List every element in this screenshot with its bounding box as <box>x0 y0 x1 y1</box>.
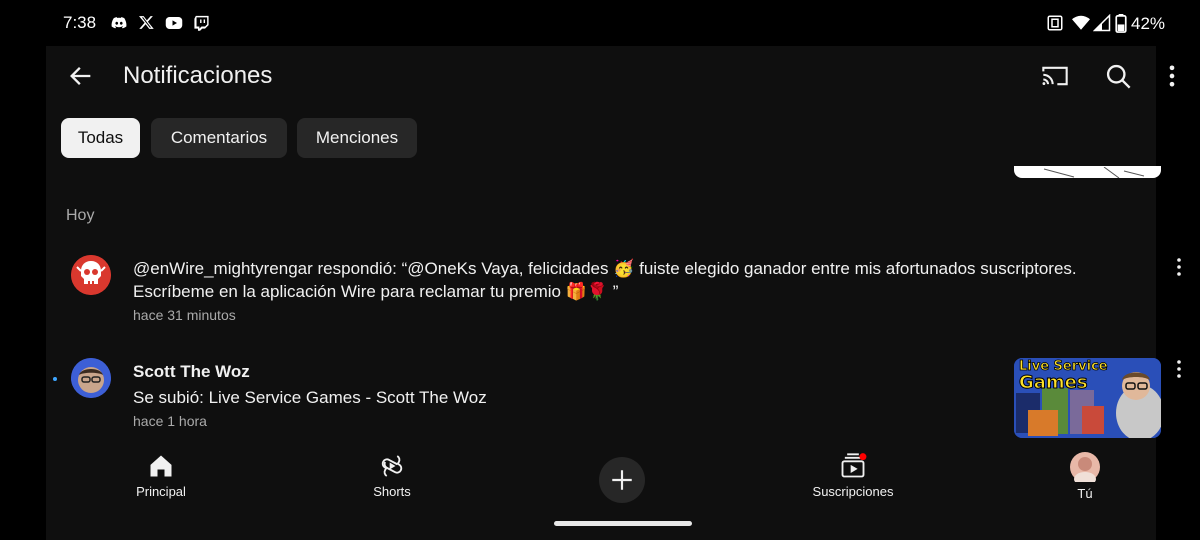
twitch-icon <box>194 15 209 31</box>
back-arrow-icon[interactable] <box>67 62 95 90</box>
status-time: 7:38 <box>63 13 97 32</box>
nav-label: Principal <box>136 484 186 499</box>
avatar <box>1070 452 1100 482</box>
notification-menu-icon[interactable] <box>1173 357 1185 381</box>
thumbnail-title-line2: Games <box>1019 372 1089 394</box>
cast-icon[interactable] <box>1041 62 1069 90</box>
nav-item-shorts[interactable]: Shorts <box>362 452 422 499</box>
chip-comentarios[interactable]: Comentarios <box>151 118 287 158</box>
notification-text-line1[interactable]: @enWire_mightyrengar respondió: “@OneKs … <box>133 257 1077 280</box>
video-thumbnail[interactable]: Live Service Games <box>1014 358 1161 438</box>
nav-label: Tú <box>1077 486 1093 501</box>
battery-icon <box>1115 14 1127 33</box>
section-label-today: Hoy <box>66 207 95 224</box>
shorts-icon <box>381 455 403 477</box>
battery-percentage: 42% <box>1131 14 1166 33</box>
channel-name[interactable]: Scott The Woz <box>133 360 250 383</box>
unread-indicator <box>53 377 57 381</box>
nav-item-principal[interactable]: Principal <box>131 452 191 499</box>
skull-logo-image <box>71 255 111 295</box>
thumbnail-sketch-image <box>1043 166 1145 178</box>
signal-icon <box>1093 14 1111 32</box>
notification-time: hace 1 hora <box>133 413 207 429</box>
nav-label: Shorts <box>373 484 411 499</box>
notification-text[interactable]: Se subió: Live Service Games - Scott The… <box>133 386 487 409</box>
notification-text-line2[interactable]: Escríbeme en la aplicación Wire para rec… <box>133 280 618 303</box>
notification-menu-icon[interactable] <box>1173 255 1185 279</box>
chip-menciones[interactable]: Menciones <box>297 118 417 158</box>
home-indicator[interactable] <box>554 521 692 526</box>
right-edge <box>1156 46 1200 540</box>
home-icon <box>150 455 172 477</box>
chip-todas[interactable]: Todas <box>61 118 140 158</box>
youtube-icon <box>165 17 183 29</box>
nav-label: Suscripciones <box>812 484 894 499</box>
discord-icon <box>111 17 127 29</box>
notification-time: hace 31 minutos <box>133 307 236 323</box>
left-edge <box>0 46 46 540</box>
status-bar: 7:38 42% <box>0 0 1200 46</box>
create-button[interactable] <box>599 457 645 503</box>
partial-thumbnail[interactable] <box>1014 166 1161 178</box>
subscriptions-icon <box>841 453 867 478</box>
wifi-icon <box>1072 15 1090 30</box>
x-icon <box>138 16 154 29</box>
search-icon[interactable] <box>1104 62 1132 90</box>
nfc-icon <box>1047 15 1063 31</box>
plus-icon <box>612 470 632 490</box>
avatar[interactable] <box>71 358 111 398</box>
channel-avatar-image <box>71 358 111 398</box>
nav-item-suscripciones[interactable]: Suscripciones <box>808 452 898 499</box>
page-title: Notificaciones <box>123 62 273 89</box>
nav-item-tu[interactable]: Tú <box>1063 452 1107 501</box>
more-options-icon[interactable] <box>1158 62 1186 90</box>
avatar[interactable] <box>71 255 111 295</box>
